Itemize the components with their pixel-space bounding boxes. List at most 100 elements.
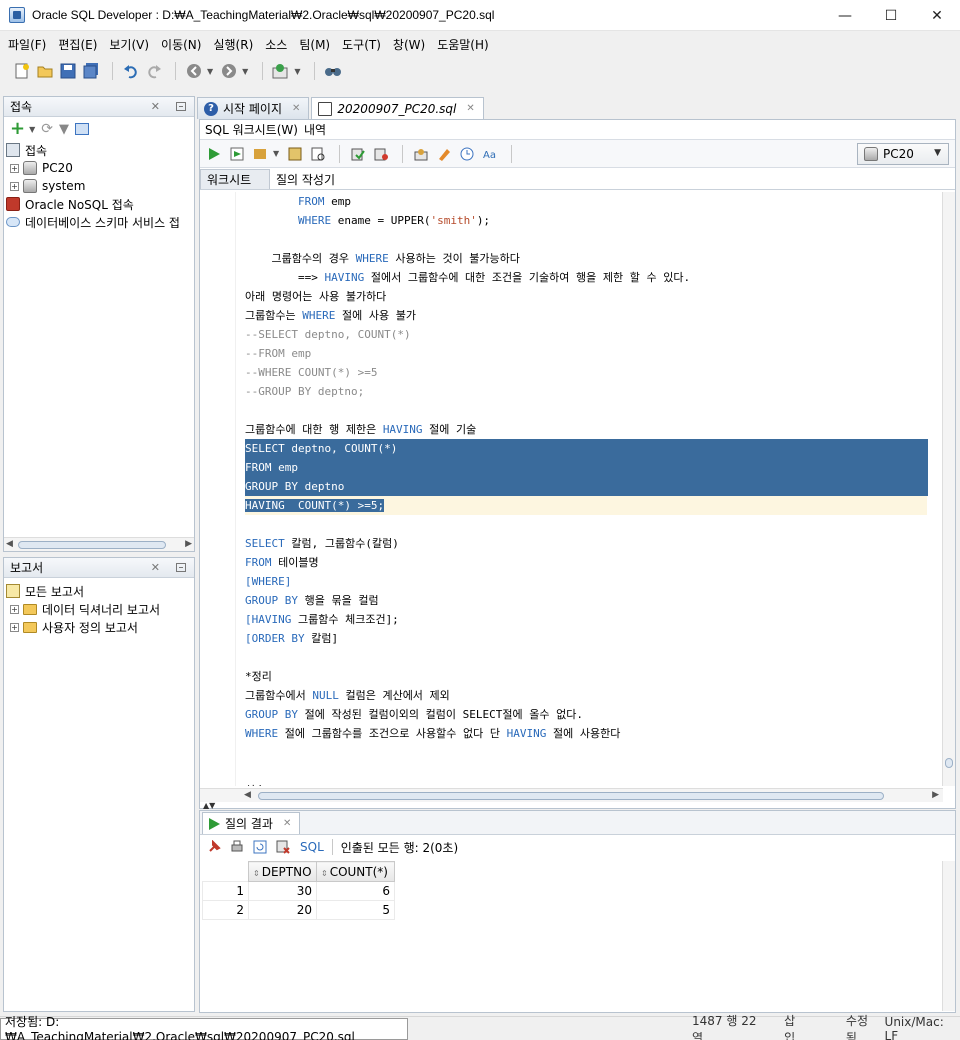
tree-item-all-reports[interactable]: 모든 보고서 <box>6 582 194 600</box>
sql-worksheet-icon[interactable] <box>271 61 291 81</box>
code-line[interactable] <box>245 648 927 667</box>
code-line[interactable] <box>245 401 927 420</box>
tree-root-connections[interactable]: 접속 <box>6 141 194 159</box>
filter-icon[interactable]: ▼ <box>59 122 69 137</box>
find-db-object-icon[interactable] <box>323 61 343 81</box>
menu-run[interactable]: 실행(R) <box>207 36 259 53</box>
close-icon[interactable]: ✕ <box>292 103 300 114</box>
run-statement-icon[interactable] <box>204 144 224 164</box>
editor-vscrollbar[interactable] <box>942 192 955 786</box>
scroll-thumb[interactable] <box>258 792 884 800</box>
scroll-left-icon[interactable]: ◀ <box>244 790 251 800</box>
tab-query-builder[interactable]: 질의 작성기 <box>270 169 341 189</box>
minimize-panel-icon[interactable] <box>176 102 186 111</box>
save-icon[interactable] <box>58 61 78 81</box>
code-line[interactable]: --GROUP BY deptno; <box>245 382 927 401</box>
rollback-icon[interactable] <box>371 144 391 164</box>
scroll-right-icon[interactable]: ▶ <box>932 790 939 800</box>
code-line[interactable]: 실습 grp1 <box>245 781 927 786</box>
menu-source[interactable]: 소스 <box>259 36 293 53</box>
autotrace-icon[interactable] <box>250 144 270 164</box>
code-line[interactable]: [WHERE] <box>245 572 927 591</box>
code-line[interactable] <box>245 230 927 249</box>
tab-sql-file[interactable]: 20200907_PC20.sql ✕ <box>311 97 484 119</box>
cell-deptno[interactable]: 20 <box>248 900 317 920</box>
code-line[interactable]: 그룹함수에서 NULL 컬럼은 계산에서 제외 <box>245 686 927 705</box>
tree-item-system[interactable]: + system <box>6 177 194 195</box>
back-dropdown-icon[interactable]: ▼ <box>207 67 213 76</box>
sql-format-icon[interactable] <box>411 144 431 164</box>
code-line[interactable]: 그룹함수의 경우 WHERE 사용하는 것이 불가능하다 <box>245 249 927 268</box>
connections-hscrollbar[interactable]: ◀ ▶ <box>4 537 194 551</box>
code-line[interactable]: GROUP BY 행을 묶을 컬럼 <box>245 591 927 610</box>
code-line[interactable]: ==> HAVING 절에서 그룹함수에 대한 조건을 기술하여 행을 제한 할… <box>245 268 927 287</box>
code-line[interactable]: SELECT deptno, COUNT(*) <box>245 439 928 458</box>
scroll-right-icon[interactable]: ▶ <box>185 539 192 549</box>
menu-help[interactable]: 도움말(H) <box>431 36 495 53</box>
tab-worksheet[interactable]: 워크시트 <box>200 169 270 189</box>
menu-file[interactable]: 파일(F) <box>2 36 52 53</box>
schema-browser-icon[interactable] <box>74 123 89 135</box>
code-line[interactable]: 아래 명령어는 사용 불가하다 <box>245 287 927 306</box>
expand-icon[interactable]: + <box>10 622 19 632</box>
code-line[interactable]: SELECT 칼럼, 그룹함수(칼럼) <box>245 534 927 553</box>
code-line[interactable]: [ORDER BY 칼럼] <box>245 629 927 648</box>
code-line[interactable]: FROM emp <box>245 192 927 211</box>
tab-history[interactable]: 내역 <box>301 121 329 138</box>
menu-view[interactable]: 보기(V) <box>103 36 155 53</box>
code-line[interactable] <box>245 743 927 762</box>
menu-team[interactable]: 팀(M) <box>293 36 336 53</box>
connection-select[interactable]: PC20 ▼ <box>857 143 949 165</box>
editor-hscrollbar[interactable]: ◀ ▶ <box>200 788 943 802</box>
to-upper-lower-icon[interactable]: Aa <box>480 144 500 164</box>
new-file-icon[interactable] <box>12 61 32 81</box>
code-line[interactable]: --WHERE COUNT(*) >=5 <box>245 363 927 382</box>
code-line[interactable]: 그룹함수에 대한 행 제한은 HAVING 절에 기술 <box>245 420 927 439</box>
code-line[interactable]: HAVING COUNT(*) >=5; <box>245 496 927 515</box>
menu-edit[interactable]: 편집(E) <box>52 36 103 53</box>
cell-count[interactable]: 5 <box>316 900 395 920</box>
close-icon[interactable]: ✕ <box>466 103 474 114</box>
close-icon[interactable]: ✕ <box>151 561 160 574</box>
cell-count[interactable]: 6 <box>316 881 395 901</box>
tree-item-user-defined-reports[interactable]: + 사용자 정의 보고서 <box>6 618 194 636</box>
column-header-deptno[interactable]: ⇕ DEPTNO <box>248 861 317 882</box>
code-line[interactable]: 그룹함수는 WHERE 절에 사용 불가 <box>245 306 927 325</box>
history-icon[interactable] <box>457 144 477 164</box>
scroll-thumb[interactable] <box>945 758 953 768</box>
tab-sql-worksheet[interactable]: SQL 워크시트(W) <box>202 121 301 138</box>
table-row[interactable]: 2 20 5 <box>202 900 395 920</box>
forward-icon[interactable] <box>219 61 239 81</box>
tab-query-result[interactable]: 질의 결과 ✕ <box>202 812 301 834</box>
code-line[interactable]: --FROM emp <box>245 344 927 363</box>
code-line[interactable]: [HAVING 그룹함수 체크조건]; <box>245 610 927 629</box>
tree-item-pc20[interactable]: + PC20 <box>6 159 194 177</box>
add-connection-icon[interactable]: + <box>10 120 25 138</box>
close-icon[interactable]: ✕ <box>283 818 291 829</box>
cancel-query-icon[interactable] <box>273 837 293 857</box>
code-editor[interactable]: FROM emp WHERE ename = UPPER('smith'); 그… <box>200 192 943 786</box>
pin-icon[interactable] <box>204 837 224 857</box>
code-line[interactable]: FROM emp <box>245 458 928 477</box>
close-icon[interactable]: ✕ <box>151 100 160 113</box>
code-line[interactable]: *정리 <box>245 667 927 686</box>
tree-item-data-dictionary-reports[interactable]: + 데이터 딕셔너리 보고서 <box>6 600 194 618</box>
sql-link[interactable]: SQL <box>300 840 324 854</box>
redo-icon[interactable] <box>144 61 164 81</box>
code-line[interactable] <box>245 515 927 534</box>
code-line[interactable] <box>245 762 927 781</box>
menu-tools[interactable]: 도구(T) <box>336 36 387 53</box>
code-line[interactable]: --SELECT deptno, COUNT(*) <box>245 325 927 344</box>
scroll-left-icon[interactable]: ◀ <box>6 539 13 549</box>
menu-navigate[interactable]: 이동(N) <box>155 36 207 53</box>
table-row[interactable]: 1 30 6 <box>202 881 395 901</box>
tree-item-nosql[interactable]: Oracle NoSQL 접속 <box>6 195 194 213</box>
cell-deptno[interactable]: 30 <box>248 881 317 901</box>
scroll-thumb[interactable] <box>18 541 166 549</box>
print-icon[interactable] <box>227 837 247 857</box>
expand-icon[interactable]: + <box>10 163 19 173</box>
sql-worksheet-dropdown-icon[interactable]: ▼ <box>294 67 300 76</box>
back-icon[interactable] <box>184 61 204 81</box>
expand-icon[interactable]: + <box>10 604 19 614</box>
code-line[interactable]: FROM 테이블명 <box>245 553 927 572</box>
